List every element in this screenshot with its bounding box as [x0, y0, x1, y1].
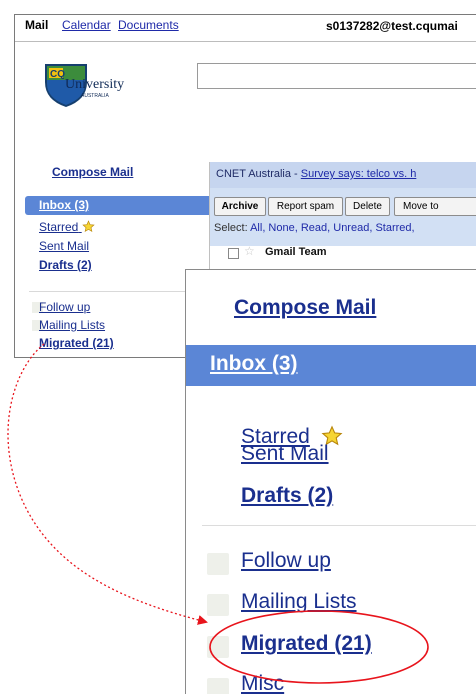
label-migrated-zoomed[interactable]: Migrated (21) — [241, 632, 372, 656]
label-migrated[interactable]: Migrated (21) — [39, 336, 114, 350]
nav-documents-link[interactable]: Documents — [118, 18, 179, 32]
select-prefix: Select: — [214, 222, 248, 234]
divider — [202, 525, 476, 526]
archive-button[interactable]: Archive — [214, 197, 266, 216]
sidebar-item-drafts[interactable]: Drafts (2) — [39, 258, 92, 272]
sidebar-item-sent-zoomed[interactable]: Sent Mail — [241, 442, 329, 466]
label-color-box — [207, 594, 229, 616]
inbox-label-zoomed: Inbox (3) — [210, 352, 298, 375]
sidebar-item-inbox[interactable]: Inbox (3) — [25, 196, 225, 215]
shield-logo-icon: CQ University AUSTRALIA — [45, 64, 124, 107]
report-spam-button[interactable]: Report spam — [268, 197, 343, 216]
web-clip-bar: CNET Australia - Survey says: telco vs. … — [210, 162, 476, 188]
label-color-box — [207, 553, 229, 575]
row-sender: Gmail Team — [265, 246, 327, 258]
select-links[interactable]: All, None, Read, Unread, Starred, — [250, 222, 414, 234]
label-follow-up[interactable]: Follow up — [39, 300, 90, 314]
cqu-logo: CQ University AUSTRALIA — [43, 60, 153, 108]
nav-calendar-link[interactable]: Calendar — [62, 18, 111, 32]
compose-mail-link[interactable]: Compose Mail — [52, 165, 133, 179]
label-follow-up-zoomed[interactable]: Follow up — [241, 549, 331, 573]
dotted-arrow — [7, 343, 208, 625]
divider — [15, 41, 476, 42]
delete-button[interactable]: Delete — [345, 197, 390, 216]
zoom-callout: Compose Mail Inbox (3) Starred Sent Mail… — [185, 269, 476, 694]
label-color-box — [207, 678, 229, 694]
sidebar-item-starred[interactable]: Starred — [39, 220, 95, 234]
sidebar-item-sent[interactable]: Sent Mail — [39, 239, 89, 253]
table-row[interactable]: ☆ Gmail Team — [210, 244, 476, 261]
move-to-button[interactable]: Move to — [394, 197, 476, 216]
star-outline-icon[interactable]: ☆ — [244, 244, 255, 258]
ad-link[interactable]: Survey says: telco vs. h — [301, 168, 417, 180]
svg-text:University: University — [65, 77, 124, 92]
inbox-label: Inbox (3) — [39, 198, 89, 212]
sidebar-item-drafts-zoomed[interactable]: Drafts (2) — [241, 484, 333, 508]
row-checkbox[interactable] — [228, 248, 239, 259]
search-input[interactable] — [197, 63, 476, 89]
label-mailing-lists-zoomed[interactable]: Mailing Lists — [241, 590, 357, 614]
svg-text:AUSTRALIA: AUSTRALIA — [81, 93, 109, 99]
label-misc-zoomed[interactable]: Misc — [241, 672, 284, 694]
top-nav: Mail Calendar Documents s0137282@test.cq… — [15, 15, 476, 37]
star-icon — [82, 220, 95, 233]
nav-mail: Mail — [25, 18, 49, 32]
ad-source: CNET Australia - — [216, 168, 298, 180]
label-mailing-lists[interactable]: Mailing Lists — [39, 318, 105, 332]
label-color-box — [207, 636, 229, 658]
sidebar-item-inbox-zoomed[interactable]: Inbox (3) — [186, 345, 476, 386]
starred-label: Starred — [39, 220, 79, 234]
svg-text:CQ: CQ — [50, 69, 65, 80]
select-row: Select: All, None, Read, Unread, Starred… — [214, 222, 415, 234]
compose-mail-link-zoomed[interactable]: Compose Mail — [234, 296, 376, 320]
account-email: s0137282@test.cqumai — [326, 19, 458, 33]
